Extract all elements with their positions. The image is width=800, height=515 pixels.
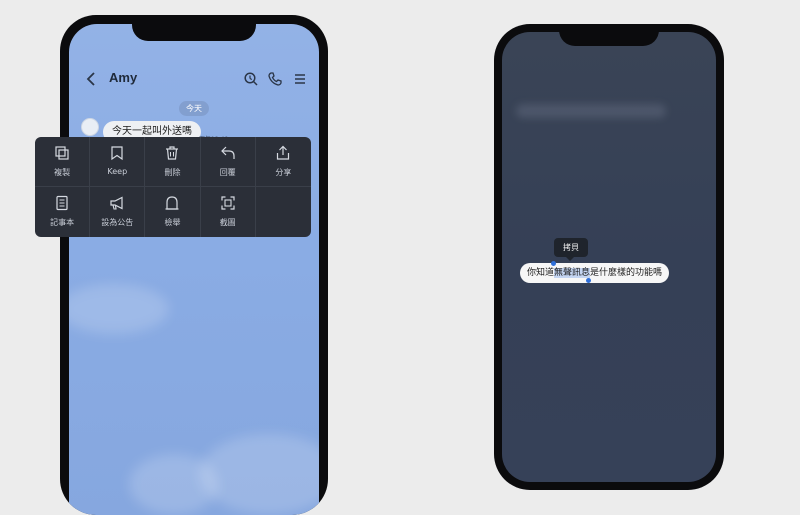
keep-icon (111, 146, 123, 161)
tooltip-arrow (565, 256, 575, 261)
menu-icon[interactable] (292, 71, 308, 87)
menu-item-delete[interactable]: 刪除 (145, 137, 201, 187)
menu-item-share[interactable]: 分享 (255, 137, 311, 187)
avatar[interactable] (81, 118, 99, 136)
delete-icon (166, 146, 179, 160)
menu-item-note[interactable]: 記事本 (35, 187, 91, 237)
copy-tooltip-button[interactable]: 拷貝 (554, 238, 588, 257)
menu-empty-cell (256, 187, 311, 237)
left-phone: Amy 今天 今天一起叫外送嗎 下午12:49 (60, 15, 328, 515)
back-icon[interactable] (83, 70, 101, 88)
menu-item-announcement[interactable]: 設為公告 (90, 187, 146, 237)
selected-message-bubble[interactable]: 你知道無聲訊息是什麼樣的功能嗎 (520, 263, 670, 283)
chat-title: Amy (109, 70, 138, 85)
dimmed-chat-screen (502, 32, 716, 482)
cloud-decoration (69, 284, 169, 334)
menu-item-keep[interactable]: Keep (90, 137, 146, 187)
phone-notch (559, 24, 659, 46)
selected-text[interactable]: 無聲訊息 (554, 268, 591, 278)
reply-icon (220, 146, 235, 159)
selection-start-handle[interactable] (551, 261, 556, 266)
menu-item-label: 檢舉 (164, 218, 181, 227)
menu-item-label: 截圖 (219, 218, 236, 227)
chat-screen: Amy 今天 今天一起叫外送嗎 下午12:49 (69, 24, 319, 515)
cloud-decoration (129, 454, 219, 514)
message-text-before: 你知道 (527, 268, 555, 278)
blurred-header (516, 104, 666, 118)
copy-icon (55, 146, 69, 160)
note-icon (56, 195, 68, 211)
menu-item-label: 回覆 (219, 168, 236, 177)
menu-item-label: 刪除 (164, 168, 181, 177)
selection-end-handle[interactable] (586, 278, 591, 283)
menu-item-report[interactable]: 檢舉 (145, 187, 201, 237)
date-pill: 今天 (179, 101, 209, 116)
call-icon[interactable] (267, 71, 283, 87)
screenshot-icon (221, 196, 235, 210)
share-icon (277, 145, 290, 160)
message-text-after: 是什麼樣的功能嗎 (590, 268, 663, 278)
cloud-decoration (199, 434, 319, 514)
menu-item-label: Keep (107, 167, 128, 176)
search-icon[interactable] (243, 71, 259, 87)
menu-item-label: 分享 (275, 168, 292, 177)
announcement-icon (110, 196, 123, 210)
right-phone (494, 24, 724, 490)
phone-notch (132, 15, 256, 41)
menu-item-label: 複製 (54, 168, 71, 177)
menu-item-screenshot[interactable]: 截圖 (201, 187, 256, 237)
menu-item-label: 記事本 (50, 218, 75, 227)
menu-item-reply[interactable]: 回覆 (200, 137, 256, 187)
menu-item-label: 設為公告 (101, 218, 134, 227)
menu-item-copy[interactable]: 複製 (35, 137, 91, 187)
report-icon (165, 196, 179, 210)
message-context-menu: 複製 Keep 刪除 回覆 分享 記事本 設為公告 檢舉 截圖 (35, 137, 311, 237)
chat-header: Amy (69, 68, 319, 92)
